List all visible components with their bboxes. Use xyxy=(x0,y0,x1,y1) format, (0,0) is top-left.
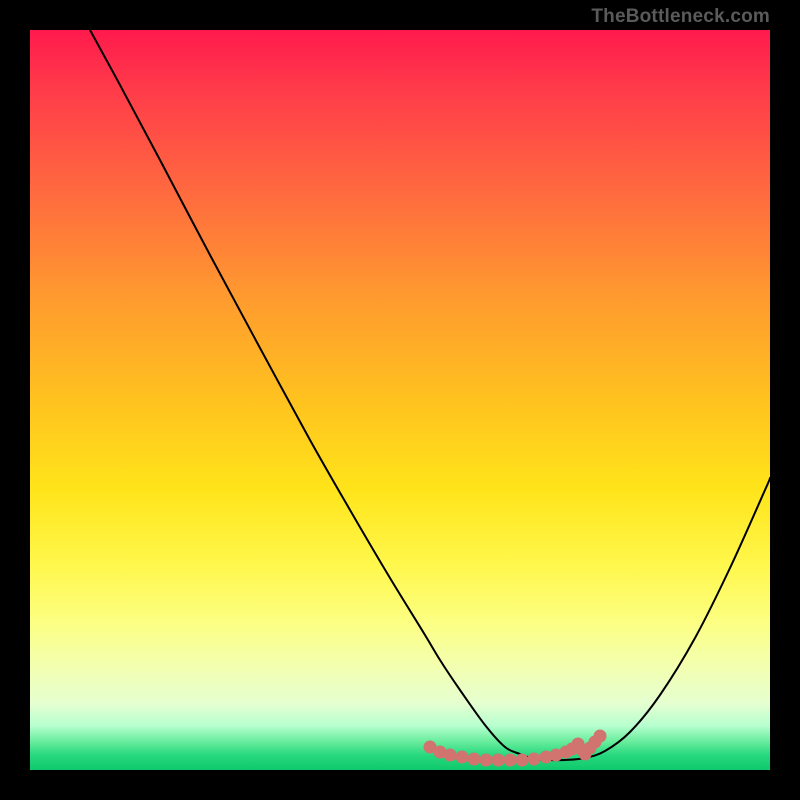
watermark-text: TheBottleneck.com xyxy=(591,6,770,28)
trough-dot xyxy=(594,730,607,743)
trough-dot xyxy=(456,751,469,764)
trough-dot xyxy=(468,753,481,766)
trough-dot xyxy=(492,754,505,767)
trough-dot xyxy=(504,754,517,767)
plot-area xyxy=(30,30,770,770)
trough-dot xyxy=(516,754,529,767)
trough-dot xyxy=(480,754,493,767)
trough-dot xyxy=(528,753,541,766)
curve-svg xyxy=(30,30,770,770)
bottleneck-curve xyxy=(90,30,770,760)
chart-frame: TheBottleneck.com xyxy=(0,0,800,800)
trough-dot xyxy=(444,749,457,762)
trough-marker xyxy=(424,730,607,767)
